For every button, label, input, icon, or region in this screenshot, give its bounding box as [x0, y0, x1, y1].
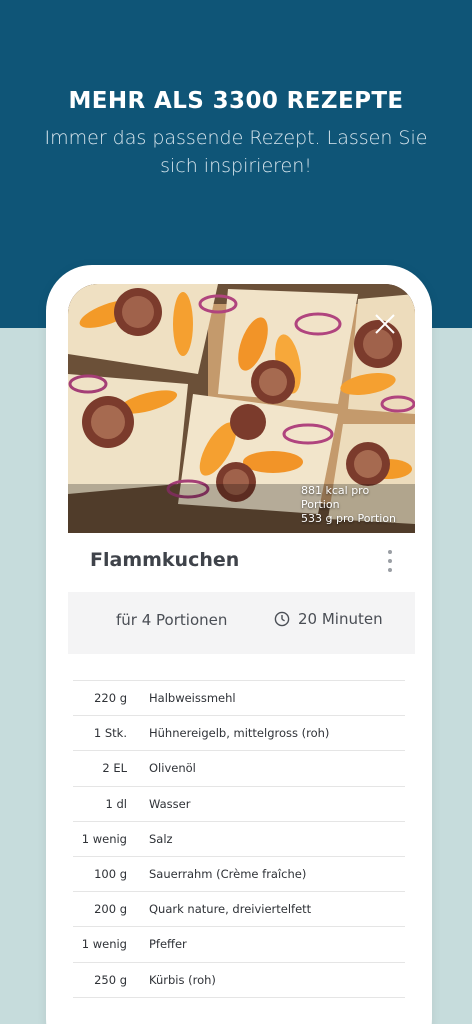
ingredient-name: Wasser: [149, 796, 191, 811]
ingredient-amount: 1 wenig: [81, 937, 127, 952]
ingredient-amount: 1 wenig: [81, 831, 127, 846]
nutrition-kcal: 881 kcal pro Portion: [301, 484, 370, 511]
recipe-meta-box: für 4 Portionen 20 Minuten: [68, 592, 415, 654]
ingredient-amount: 2 EL: [102, 761, 127, 776]
recipe-title: Flammkuchen: [90, 549, 240, 571]
ingredient-name: Kürbis (roh): [149, 972, 216, 987]
portions-label[interactable]: für 4 Portionen: [116, 611, 227, 629]
ingredient-row: 220 g Halbweissmehl: [73, 681, 405, 717]
ingredient-amount: 200 g: [94, 902, 127, 917]
ingredient-amount: 1 dl: [105, 796, 127, 811]
ingredient-row: 1 wenig Pfeffer: [73, 927, 405, 963]
ingredient-list: 220 g Halbweissmehl 1 Stk. Hühnereigelb, m…: [73, 680, 405, 998]
ingredient-name: Sauerrahm (Crème fraîche): [149, 867, 307, 882]
ingredient-row: 1 dl Wasser: [73, 787, 405, 822]
ingredient-name: Hühnereigelb, mittelgross (roh): [149, 726, 330, 741]
cooking-time: 20 Minuten: [274, 610, 383, 628]
recipe-hero-image: 881 kcal pro Portion 533 g pro Portion: [68, 284, 415, 533]
close-icon: [375, 314, 395, 334]
clock-icon: [274, 611, 290, 627]
more-vertical-icon: [388, 550, 392, 554]
more-options-button[interactable]: [382, 548, 398, 574]
ingredient-row: 1 wenig Salz: [73, 822, 405, 857]
ingredient-amount: 220 g: [94, 691, 127, 706]
promo-headline: MEHR ALS 3300 REZEPTE: [68, 88, 404, 114]
ingredient-row: 250 g Kürbis (roh): [73, 963, 405, 998]
ingredient-amount: 250 g: [94, 972, 127, 987]
ingredient-row: 2 EL Olivenöl: [73, 751, 405, 787]
ingredient-name: Halbweissmehl: [149, 691, 236, 706]
ingredient-row: 1 Stk. Hühnereigelb, mittelgross (roh): [73, 716, 405, 752]
ingredient-row: 100 g Sauerrahm (Crème fraîche): [73, 857, 405, 893]
nutrition-weight: 533 g pro Portion: [301, 512, 397, 525]
ingredient-row: 200 g Quark nature, dreiviertelfett: [73, 892, 405, 928]
cooking-time-label: 20 Minuten: [298, 610, 383, 628]
ingredient-amount: 1 Stk.: [93, 726, 127, 741]
ingredient-name: Olivenöl: [149, 761, 196, 776]
close-button[interactable]: [373, 312, 397, 336]
nutrition-info: 881 kcal pro Portion 533 g pro Portion: [301, 484, 411, 526]
ingredient-name: Pfeffer: [149, 937, 187, 952]
promo-subline: Immer das passende Rezept. Lassen Sie si…: [44, 127, 428, 177]
ingredient-name: Quark nature, dreiviertelfett: [149, 902, 312, 917]
ingredient-name: Salz: [149, 831, 173, 846]
ingredient-amount: 100 g: [94, 867, 127, 882]
